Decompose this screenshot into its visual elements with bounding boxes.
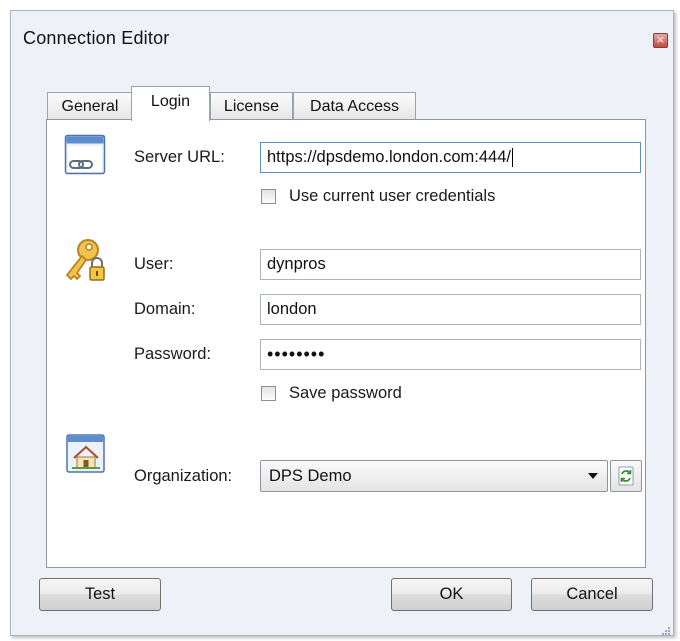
connection-editor-dialog: Connection Editor × General Login Licens…: [10, 10, 674, 636]
domain-value: london: [267, 300, 317, 318]
ok-button-label: OK: [439, 585, 464, 603]
organization-selected: DPS Demo: [269, 467, 352, 485]
server-url-label: Server URL:: [134, 148, 225, 166]
tab-data-access-label: Data Access: [310, 98, 399, 115]
save-password-label: Save password: [289, 384, 402, 402]
tab-general-label: General: [61, 98, 119, 115]
tab-general[interactable]: General: [47, 92, 133, 120]
refresh-organizations-button[interactable]: [610, 460, 642, 492]
use-current-credentials-checkbox[interactable]: [261, 189, 276, 204]
tab-license[interactable]: License: [210, 92, 293, 120]
user-label: User:: [134, 255, 174, 273]
password-input[interactable]: ••••••••: [260, 339, 641, 370]
chevron-down-icon: [588, 473, 598, 479]
cancel-button[interactable]: Cancel: [531, 578, 653, 611]
resize-grip-icon[interactable]: [661, 623, 671, 635]
tab-data-access[interactable]: Data Access: [293, 92, 416, 120]
text-caret: [512, 148, 513, 167]
close-icon: ×: [655, 33, 666, 46]
save-password-checkbox[interactable]: [261, 386, 276, 401]
user-value: dynpros: [267, 255, 326, 273]
tab-license-label: License: [223, 98, 280, 115]
tab-login[interactable]: Login: [131, 86, 210, 121]
login-tab-panel: Server URL: https://dpsdemo.london.com:4…: [46, 119, 646, 568]
test-button-label: Test: [84, 585, 116, 603]
close-button[interactable]: ×: [653, 33, 668, 48]
test-button[interactable]: Test: [39, 578, 161, 611]
title-bar[interactable]: Connection Editor ×: [11, 11, 673, 63]
server-link-icon: [64, 134, 106, 176]
use-current-credentials-label: Use current user credentials: [289, 187, 496, 205]
refresh-icon: [618, 466, 634, 486]
organization-house-icon: [66, 434, 106, 474]
password-label: Password:: [134, 345, 212, 363]
cancel-button-label: Cancel: [566, 585, 618, 603]
organization-label: Organization:: [134, 467, 233, 485]
ok-button[interactable]: OK: [391, 578, 512, 611]
domain-label: Domain:: [134, 300, 196, 318]
server-url-value: https://dpsdemo.london.com:444/: [267, 148, 511, 166]
key-lock-icon: [63, 237, 113, 287]
domain-input[interactable]: london: [260, 294, 641, 325]
user-input[interactable]: dynpros: [260, 249, 641, 280]
window-title: Connection Editor: [23, 28, 170, 48]
password-masked-value: ••••••••: [267, 344, 326, 364]
server-url-input[interactable]: https://dpsdemo.london.com:444/: [260, 142, 641, 173]
tab-login-label: Login: [150, 93, 191, 110]
organization-dropdown[interactable]: DPS Demo: [260, 460, 608, 492]
